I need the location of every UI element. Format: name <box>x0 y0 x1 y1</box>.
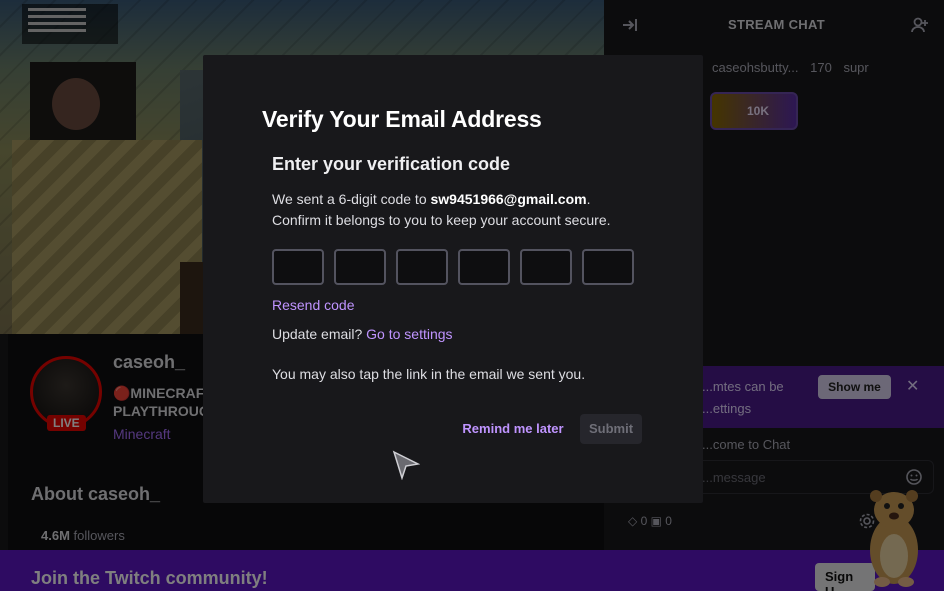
code-digit-2[interactable] <box>334 249 386 285</box>
code-digit-6[interactable] <box>582 249 634 285</box>
resend-code-link[interactable]: Resend code <box>272 297 355 313</box>
verification-code-inputs <box>272 249 634 285</box>
update-email-line: Update email? Go to settings <box>272 326 453 342</box>
code-digit-1[interactable] <box>272 249 324 285</box>
code-digit-3[interactable] <box>396 249 448 285</box>
modal-description: We sent a 6-digit code to sw9451966@gmai… <box>272 189 652 231</box>
code-digit-5[interactable] <box>520 249 572 285</box>
mouse-cursor-icon <box>392 450 420 480</box>
submit-button[interactable]: Submit <box>580 414 642 444</box>
modal-title: Verify Your Email Address <box>262 106 542 132</box>
code-digit-4[interactable] <box>458 249 510 285</box>
update-email-prefix: Update email? <box>272 326 367 342</box>
email-address: sw9451966@gmail.com <box>430 191 587 207</box>
desc-prefix: We sent a 6-digit code to <box>272 191 431 207</box>
go-to-settings-link[interactable]: Go to settings <box>366 326 452 342</box>
tap-link-hint: You may also tap the link in the email w… <box>272 366 586 382</box>
remind-me-later-button[interactable]: Remind me later <box>455 414 571 444</box>
modal-subtitle: Enter your verification code <box>272 154 511 174</box>
desc-line2: Confirm it belongs to you to keep your a… <box>272 212 611 228</box>
desc-suffix: . <box>586 191 591 207</box>
